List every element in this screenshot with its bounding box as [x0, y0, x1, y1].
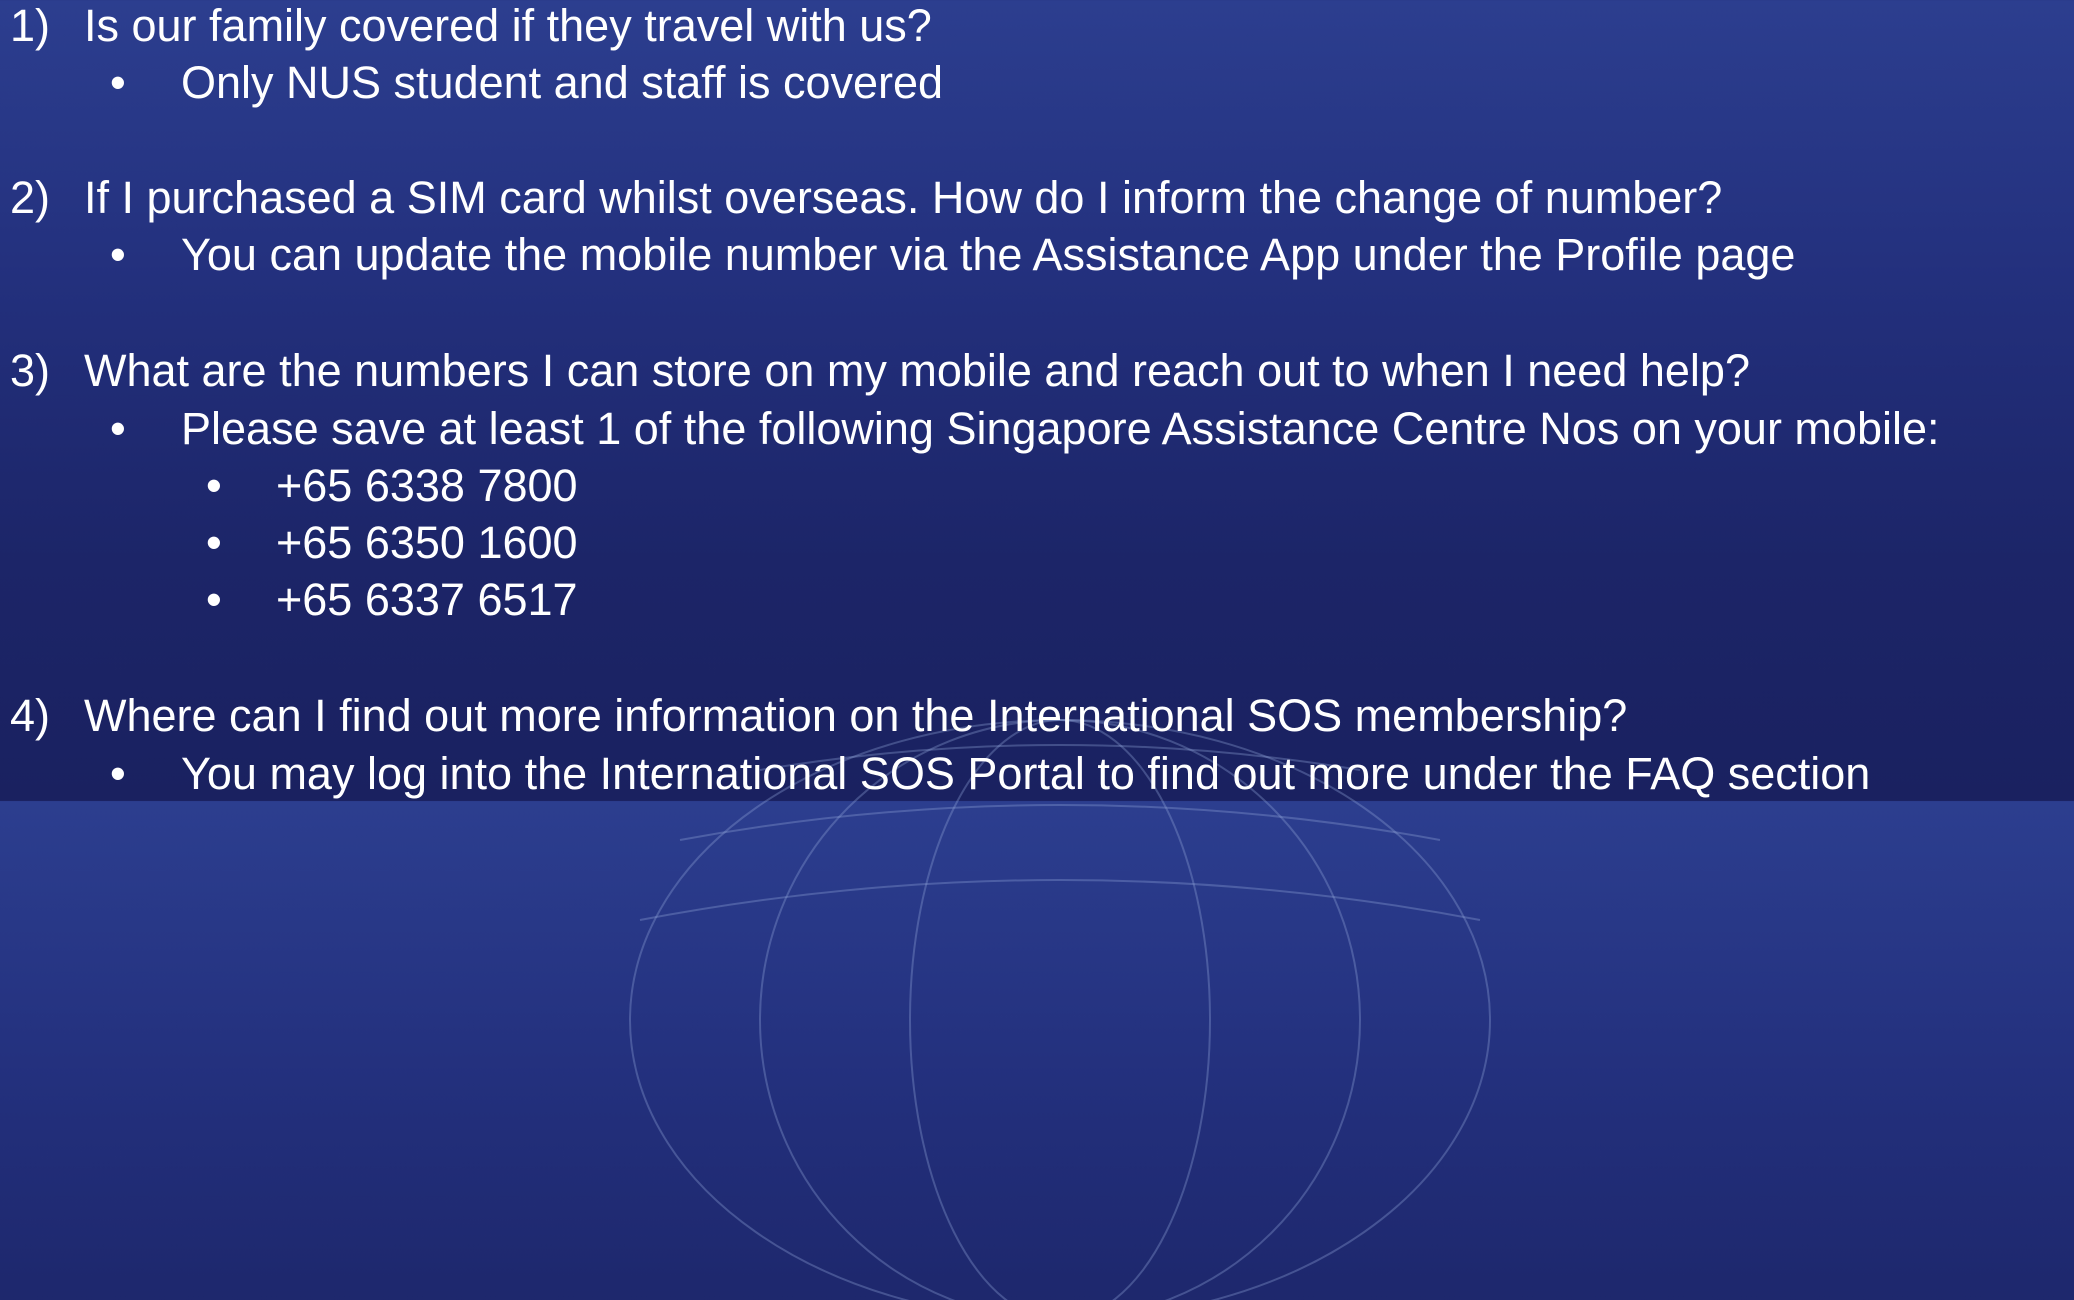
bullet: •: [110, 229, 126, 280]
question-number: 3): [10, 345, 51, 396]
question-number: 1): [10, 0, 51, 51]
question-number: 2): [10, 172, 51, 223]
phone-number: +65 6350 1600: [276, 517, 578, 568]
answer-text: You can update the mobile number via the…: [181, 229, 1796, 280]
answer-text: You may log into the International SOS P…: [181, 748, 1871, 799]
question-number: 4): [10, 690, 51, 741]
faq-slide: 1) Is our family covered if they travel …: [0, 0, 2074, 1300]
phone-number: +65 6337 6517: [276, 574, 578, 625]
bullet: •: [206, 460, 222, 511]
answer-text: Please save at least 1 of the following …: [181, 403, 1940, 454]
question-text: Is our family covered if they travel wit…: [84, 0, 932, 51]
question-text: If I purchased a SIM card whilst oversea…: [84, 172, 1723, 223]
bullet: •: [110, 748, 126, 799]
answer-text: Only NUS student and staff is covered: [181, 57, 944, 108]
bullet: •: [110, 57, 126, 108]
bullet: •: [206, 574, 222, 625]
question-text: Where can I find out more information on…: [84, 690, 1628, 741]
question-text: What are the numbers I can store on my m…: [84, 345, 1750, 396]
bullet: •: [110, 403, 126, 454]
bullet: •: [206, 517, 222, 568]
phone-number: +65 6338 7800: [276, 460, 578, 511]
